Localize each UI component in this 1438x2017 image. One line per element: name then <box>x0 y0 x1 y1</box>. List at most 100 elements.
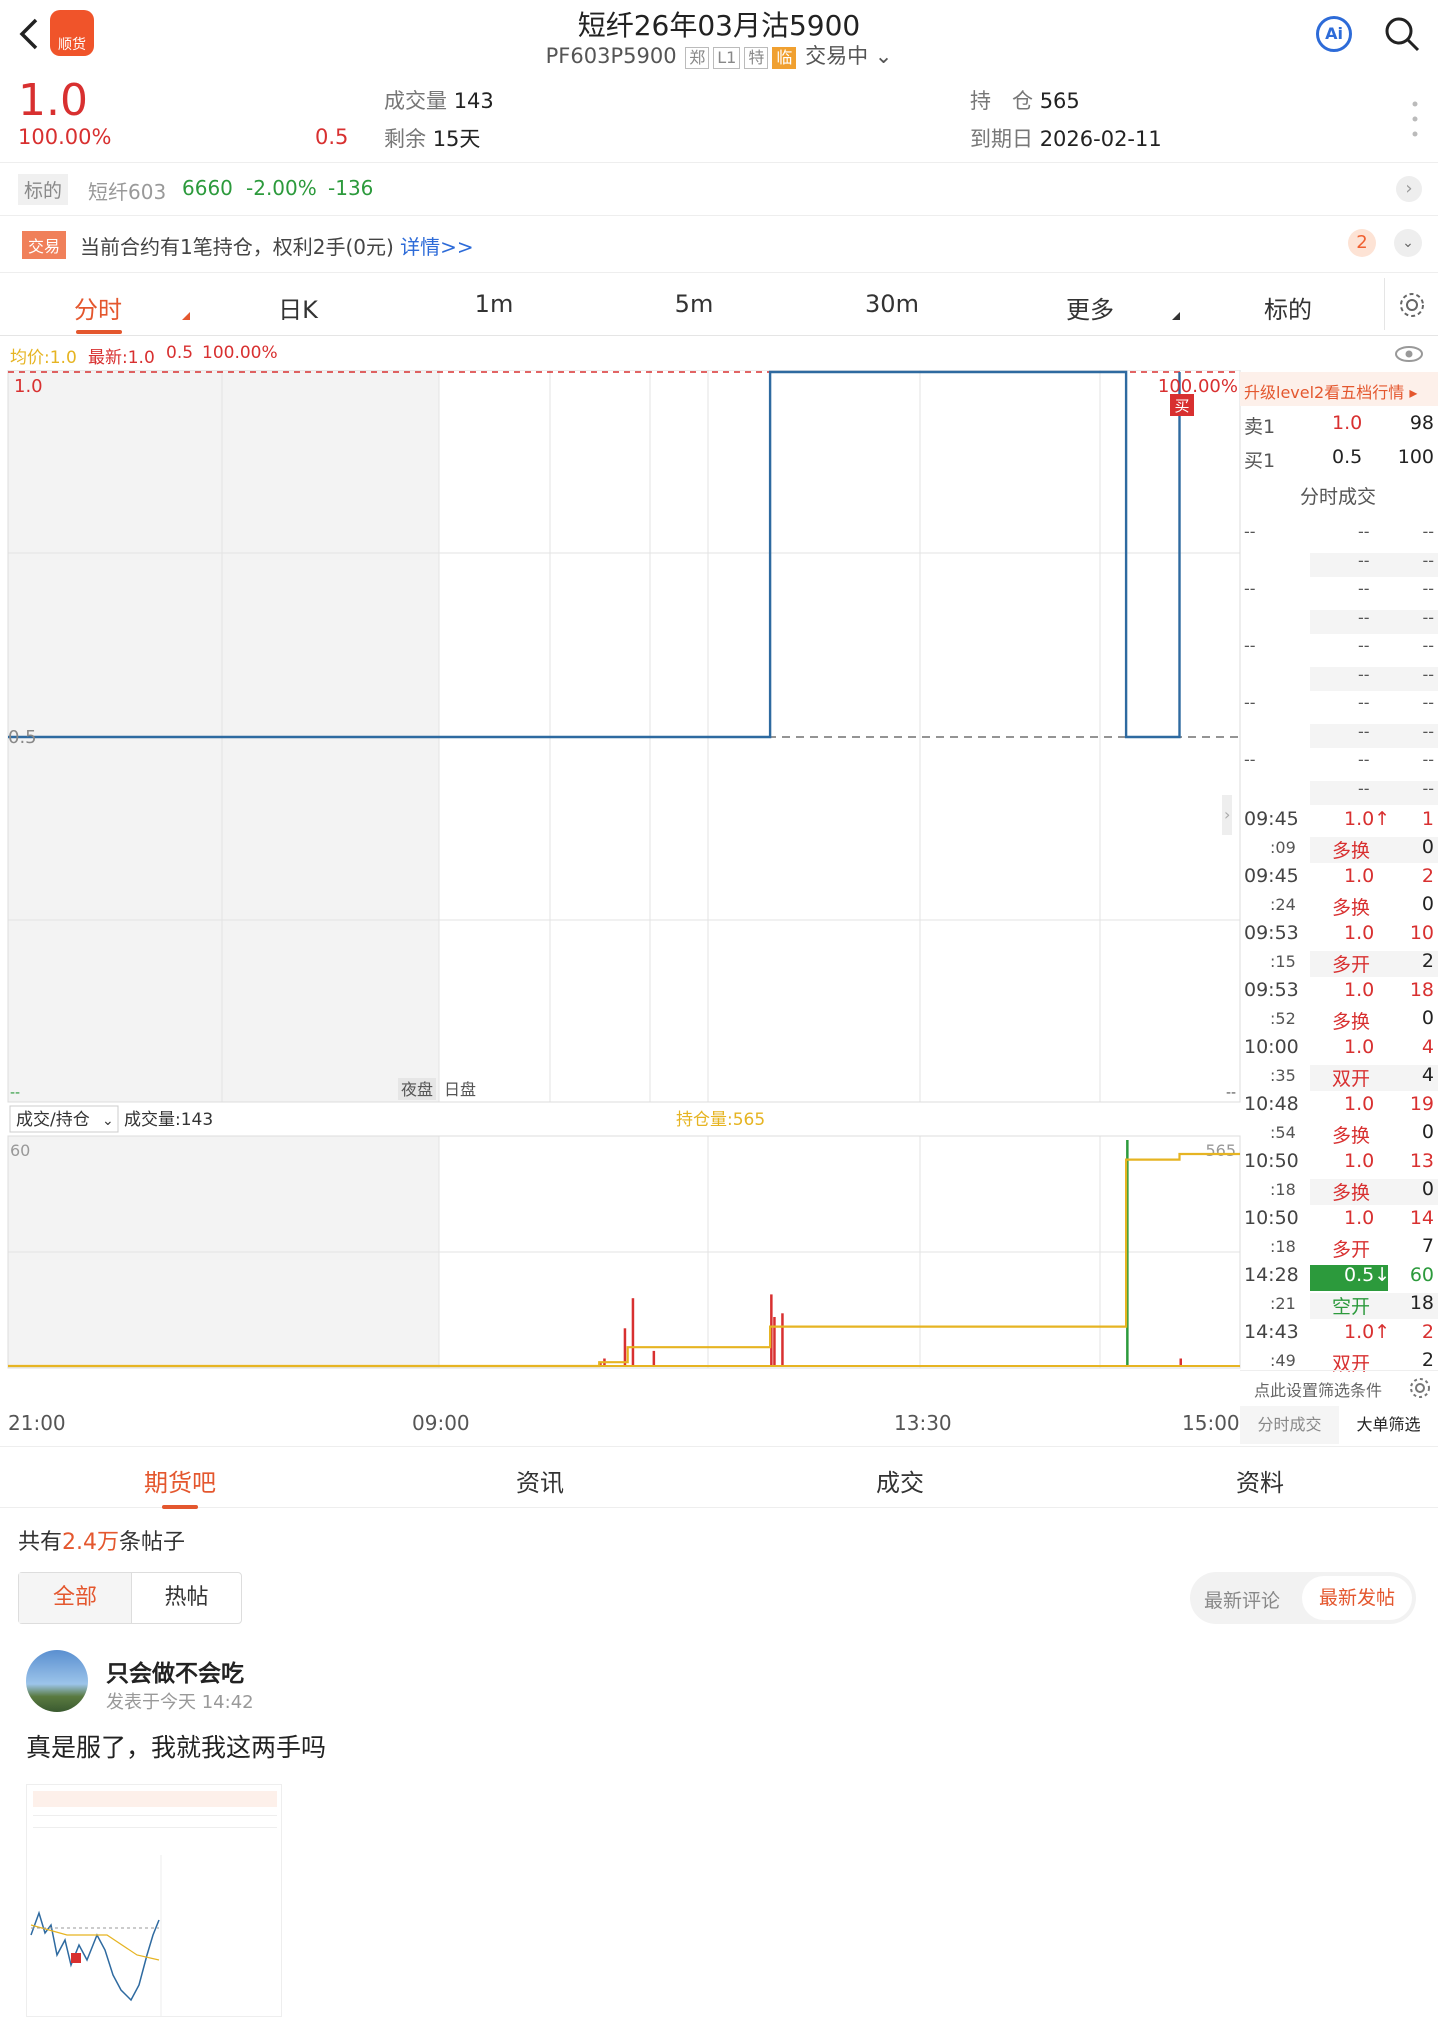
sort-latest-post[interactable]: 最新发帖 <box>1302 1576 1412 1620</box>
change-percent: 100.00% <box>18 125 112 149</box>
corner-triangle-icon <box>182 312 190 320</box>
underlying-change: -136 <box>328 176 374 200</box>
tick-trades-button[interactable]: 分时成交 <box>1240 1406 1339 1444</box>
volume-stat: 成交量 143 <box>384 85 494 115</box>
search-icon[interactable] <box>1382 14 1422 54</box>
triangle-right-icon: ▸ <box>1409 383 1418 402</box>
underlying-price: 6660 <box>182 176 233 200</box>
tick-volume: 13 <box>1409 1150 1434 1172</box>
info-change: 0.5 <box>166 343 194 363</box>
trade-badge: 交易 <box>22 231 67 259</box>
tick-volume: 2 <box>1421 865 1434 887</box>
order-book-panel: 升级level2看五档行情 ▸ 卖1 1.0 98 买1 0.5 100 分时成… <box>1240 372 1438 1446</box>
tick-oi-change: 4 <box>1421 1064 1434 1086</box>
remaining-stat: 剩余 15天 <box>384 123 480 153</box>
post-content[interactable]: 真是服了，我就我这两手吗 <box>26 1728 326 1764</box>
tab-trades[interactable]: 成交 <box>830 1463 970 1498</box>
tick-oi-change: 0 <box>1421 1178 1434 1200</box>
tick-volume: 2 <box>1421 1321 1434 1343</box>
empty-price: -- <box>1358 607 1370 627</box>
tab-daily-k[interactable]: 日K <box>238 290 358 325</box>
empty-price: -- <box>1358 664 1370 684</box>
empty-volume: -- <box>1422 721 1434 741</box>
post-count-suffix: 条帖子 <box>119 1530 186 1555</box>
details-link[interactable]: 详情>> <box>400 235 474 259</box>
x-tick-label: 13:30 <box>894 1411 952 1435</box>
tick-time: 09:45 <box>1244 808 1299 830</box>
volume-bar <box>773 1317 776 1366</box>
ask-volume: 98 <box>1409 412 1434 434</box>
tag-exchange: 郑 <box>685 47 710 69</box>
day-session-label: 日盘 <box>444 1080 476 1099</box>
open-interest-readout: 持仓量:565 <box>676 1110 765 1130</box>
tick-price: 1.0 <box>1344 979 1375 1001</box>
ticks-title: 分时成交 <box>1300 486 1377 508</box>
settings-gear-icon[interactable] <box>1408 1376 1432 1400</box>
tick-oi-change: 0 <box>1421 1121 1434 1143</box>
oi-axis-max: 565 <box>1205 1141 1236 1160</box>
chevron-right-icon[interactable]: › <box>1396 176 1422 202</box>
tab-profile[interactable]: 资料 <box>1190 1463 1330 1498</box>
ai-assistant-icon[interactable]: Ai <box>1316 16 1352 52</box>
top-header: 顺货 短纤26年03月沽5900 PF603P5900 郑 L1 特临 交易中 ⌄ … <box>0 0 1438 75</box>
tab-5m[interactable]: 5m <box>634 290 754 318</box>
tab-news[interactable]: 资讯 <box>470 1463 610 1498</box>
contract-subtitle[interactable]: PF603P5900 郑 L1 特临 交易中 ⌄ <box>0 40 1438 70</box>
tick-time: 10:48 <box>1244 1093 1299 1115</box>
tab-30m[interactable]: 30m <box>832 290 952 318</box>
settings-gear-icon[interactable] <box>1397 290 1427 320</box>
tab-more[interactable]: 更多 <box>1030 290 1150 325</box>
position-message: 当前合约有1笔持仓，权利2手(0元) <box>80 235 394 259</box>
chevron-down-icon[interactable]: ⌄ <box>1394 229 1422 257</box>
empty-time: -- <box>1244 579 1256 598</box>
upgrade-level2-banner[interactable]: 升级level2看五档行情 ▸ <box>1240 372 1438 406</box>
empty-time: -- <box>1244 636 1256 655</box>
filter-all[interactable]: 全部 <box>19 1573 131 1623</box>
upgrade-text: 升级level2看五档行情 <box>1244 383 1405 402</box>
post-image-thumbnail[interactable] <box>26 1784 282 2017</box>
ask-label: 卖1 <box>1244 416 1276 438</box>
empty-price: -- <box>1358 778 1370 798</box>
latest-price: 最新:1.0 <box>88 348 155 368</box>
info-percent: 100.00% <box>202 343 278 363</box>
tab-intraday[interactable]: 分时 <box>38 290 158 334</box>
intraday-chart[interactable]: 1.0 0.5 100.00% 买 › 夜盘 日盘 -- -- 成交/持仓 ⌄ … <box>0 370 1438 1446</box>
y-mid-label: 0.5 <box>8 727 37 748</box>
tick-type: 多换 <box>1332 1125 1371 1147</box>
contract-code: PF603P5900 <box>545 44 677 68</box>
empty-volume: -- <box>1422 750 1434 769</box>
tab-1m[interactable]: 1m <box>434 290 554 318</box>
large-order-filter-button[interactable]: 大单筛选 <box>1339 1406 1438 1444</box>
empty-price: -- <box>1358 579 1370 598</box>
position-notice[interactable]: 交易 当前合约有1笔持仓，权利2手(0元) 详情>> 2 ⌄ <box>0 217 1438 273</box>
chevron-down-icon: ⌄ <box>102 1113 114 1129</box>
tick-price: 1.0 <box>1344 1207 1375 1229</box>
volume-bars <box>599 1140 1182 1366</box>
tick-oi-change: 0 <box>1421 1007 1434 1029</box>
post-username[interactable]: 只会做不会吃 <box>106 1654 244 1688</box>
corner-triangle-icon <box>1172 312 1180 320</box>
tab-underlying[interactable]: 标的 <box>1228 290 1348 325</box>
tick-volume: 10 <box>1409 922 1434 944</box>
underlying-row[interactable]: 标的 短纤603 6660 -2.00% -136 › <box>0 164 1438 216</box>
tick-volume: 60 <box>1409 1264 1434 1286</box>
empty-volume: -- <box>1422 579 1434 598</box>
tick-time: 10:50 <box>1244 1207 1299 1229</box>
notice-count-badge: 2 <box>1348 229 1376 257</box>
empty-volume: -- <box>1422 607 1434 627</box>
active-tab-underline <box>162 1505 198 1509</box>
filter-hot[interactable]: 热帖 <box>131 1573 241 1623</box>
empty-volume: -- <box>1422 550 1434 570</box>
chart-period-tabs: 分时 日K 1m 5m 30m 更多 标的 <box>0 274 1438 336</box>
empty-volume: -- <box>1422 522 1434 541</box>
more-vertical-icon[interactable] <box>1412 99 1418 139</box>
empty-price: -- <box>1358 522 1370 541</box>
volume-bar <box>652 1350 656 1366</box>
avatar[interactable] <box>26 1650 88 1712</box>
y-top-label: 1.0 <box>14 376 43 397</box>
sort-latest-comment[interactable]: 最新评论 <box>1204 1586 1280 1613</box>
tick-type: 多换 <box>1332 1011 1371 1033</box>
tab-futures-forum[interactable]: 期货吧 <box>110 1463 250 1509</box>
eye-icon[interactable] <box>1394 344 1424 364</box>
tab-futures-forum-label: 期货吧 <box>144 1469 216 1497</box>
